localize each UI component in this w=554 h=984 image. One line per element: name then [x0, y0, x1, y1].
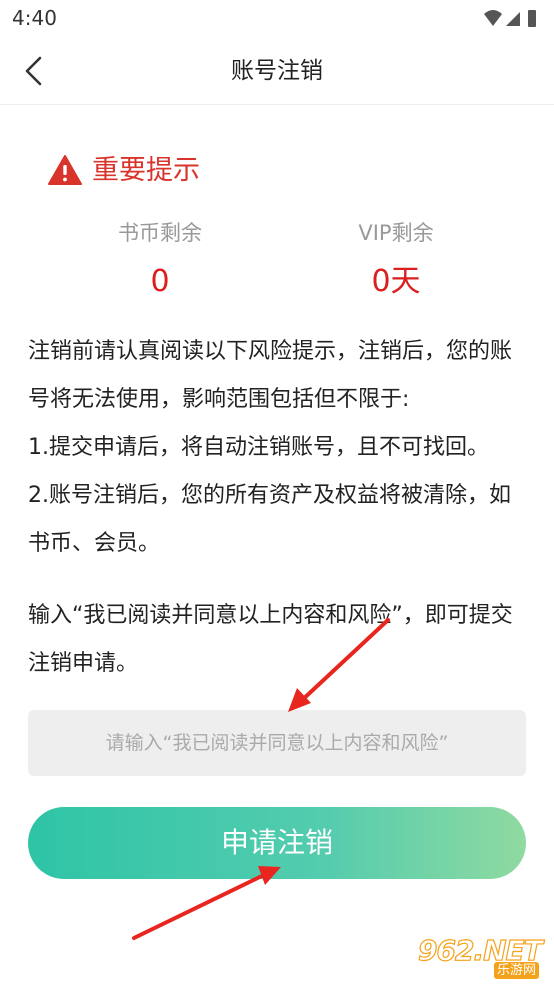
status-time: 4:40	[12, 6, 57, 30]
signal-icon	[506, 12, 520, 26]
notice-paragraph: 2.账号注销后，您的所有资产及权益将被清除，如书币、会员。	[28, 483, 511, 556]
confirm-text-input[interactable]	[28, 710, 526, 776]
status-icons	[484, 10, 536, 27]
input-hint: 输入“我已阅读并同意以上内容和风险”，即可提交注销申请。	[28, 603, 513, 676]
warning-triangle-icon	[48, 155, 82, 185]
watermark-logo: 962.NET 乐游网	[417, 933, 548, 980]
battery-icon	[528, 10, 536, 27]
stat-coins-label: 书币剩余	[118, 221, 202, 245]
risk-notice: 注销前请认真阅读以下风险提示，注销后，您的账号将无法使用，影响范围包括但不限于:…	[28, 328, 528, 590]
stat-coins-value: 0	[150, 264, 170, 299]
notice-paragraph: 1.提交申请后，将自动注销账号，且不可找回。	[28, 435, 489, 460]
stat-coins: 书币剩余 0	[60, 218, 260, 304]
stat-vip-label: VIP剩余	[358, 221, 434, 245]
stat-vip-value: 0天	[371, 264, 421, 299]
chevron-left-icon[interactable]	[18, 53, 54, 89]
submit-cancel-button[interactable]: 申请注销	[28, 807, 526, 879]
stat-vip: VIP剩余 0天	[296, 218, 496, 304]
warning-text: 重要提示	[92, 155, 200, 186]
status-bar: 4:40	[0, 0, 554, 38]
watermark-sub: 乐游网	[494, 962, 540, 979]
notice-paragraph: 注销前请认真阅读以下风险提示，注销后，您的账号将无法使用，影响范围包括但不限于:	[28, 339, 513, 412]
nav-bar: 账号注销	[0, 38, 554, 105]
page-title: 账号注销	[231, 58, 323, 84]
wifi-icon	[484, 10, 502, 26]
